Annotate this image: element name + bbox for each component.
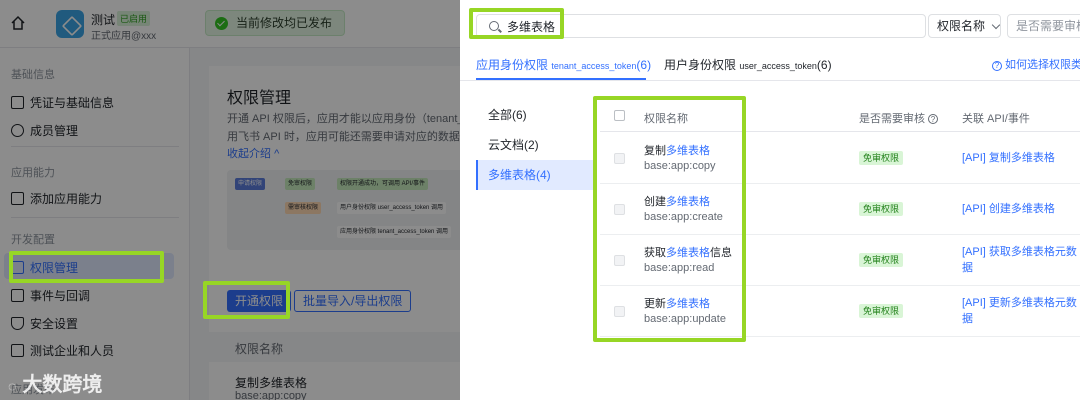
category-bitable[interactable]: 多维表格(4) xyxy=(476,160,593,190)
api-link[interactable]: [API] 更新多维表格元数据 xyxy=(962,295,1080,327)
filter-name-dropdown[interactable]: 权限名称 xyxy=(928,14,1001,38)
identity-tabs: 应用身份权限 tenant_access_token(6) 用户身份权限 use… xyxy=(460,45,1080,81)
review-badge: 免审权限 xyxy=(859,304,904,318)
category-docs[interactable]: 云文档(2) xyxy=(476,130,593,160)
review-badge: 免审权限 xyxy=(859,202,904,216)
api-link[interactable]: [API] 复制多维表格 xyxy=(962,150,1080,166)
help-link[interactable]: ?如何选择权限类型 xyxy=(992,56,1080,72)
question-icon[interactable]: ? xyxy=(928,114,938,125)
highlight-frame-sidebar xyxy=(9,251,164,283)
review-badge: 免审权限 xyxy=(859,151,904,165)
search-input[interactable] xyxy=(507,18,887,35)
api-link[interactable]: [API] 获取多维表格元数据 xyxy=(962,244,1080,276)
filter-review-dropdown[interactable]: 是否需要审核 xyxy=(1007,14,1080,38)
tab-tenant[interactable]: 应用身份权限 tenant_access_token(6) xyxy=(476,56,651,73)
watermark: ◌ 大数跨境 xyxy=(8,374,103,396)
category-all[interactable]: 全部(6) xyxy=(476,100,593,130)
modal-overlay[interactable] xyxy=(0,0,460,400)
column-review: 是否需要审核? xyxy=(859,110,938,126)
review-badge: 免审权限 xyxy=(859,253,904,267)
highlight-frame-search xyxy=(469,8,564,39)
highlight-frame-open-button xyxy=(203,281,290,319)
question-icon: ? xyxy=(992,61,1002,71)
highlight-frame-permission-list xyxy=(593,96,746,342)
watermark-logo-icon: ◌ xyxy=(8,378,17,394)
api-link[interactable]: [API] 创建多维表格 xyxy=(962,201,1080,217)
active-tab-indicator xyxy=(476,78,646,80)
chevron-down-icon xyxy=(991,20,1000,30)
tab-user[interactable]: 用户身份权限 user_access_token(6) xyxy=(664,56,832,73)
permission-drawer: 权限名称 是否需要审核 应用身份权限 tenant_access_token(6… xyxy=(460,0,1080,400)
column-api: 关联 API/事件 xyxy=(962,113,1030,125)
